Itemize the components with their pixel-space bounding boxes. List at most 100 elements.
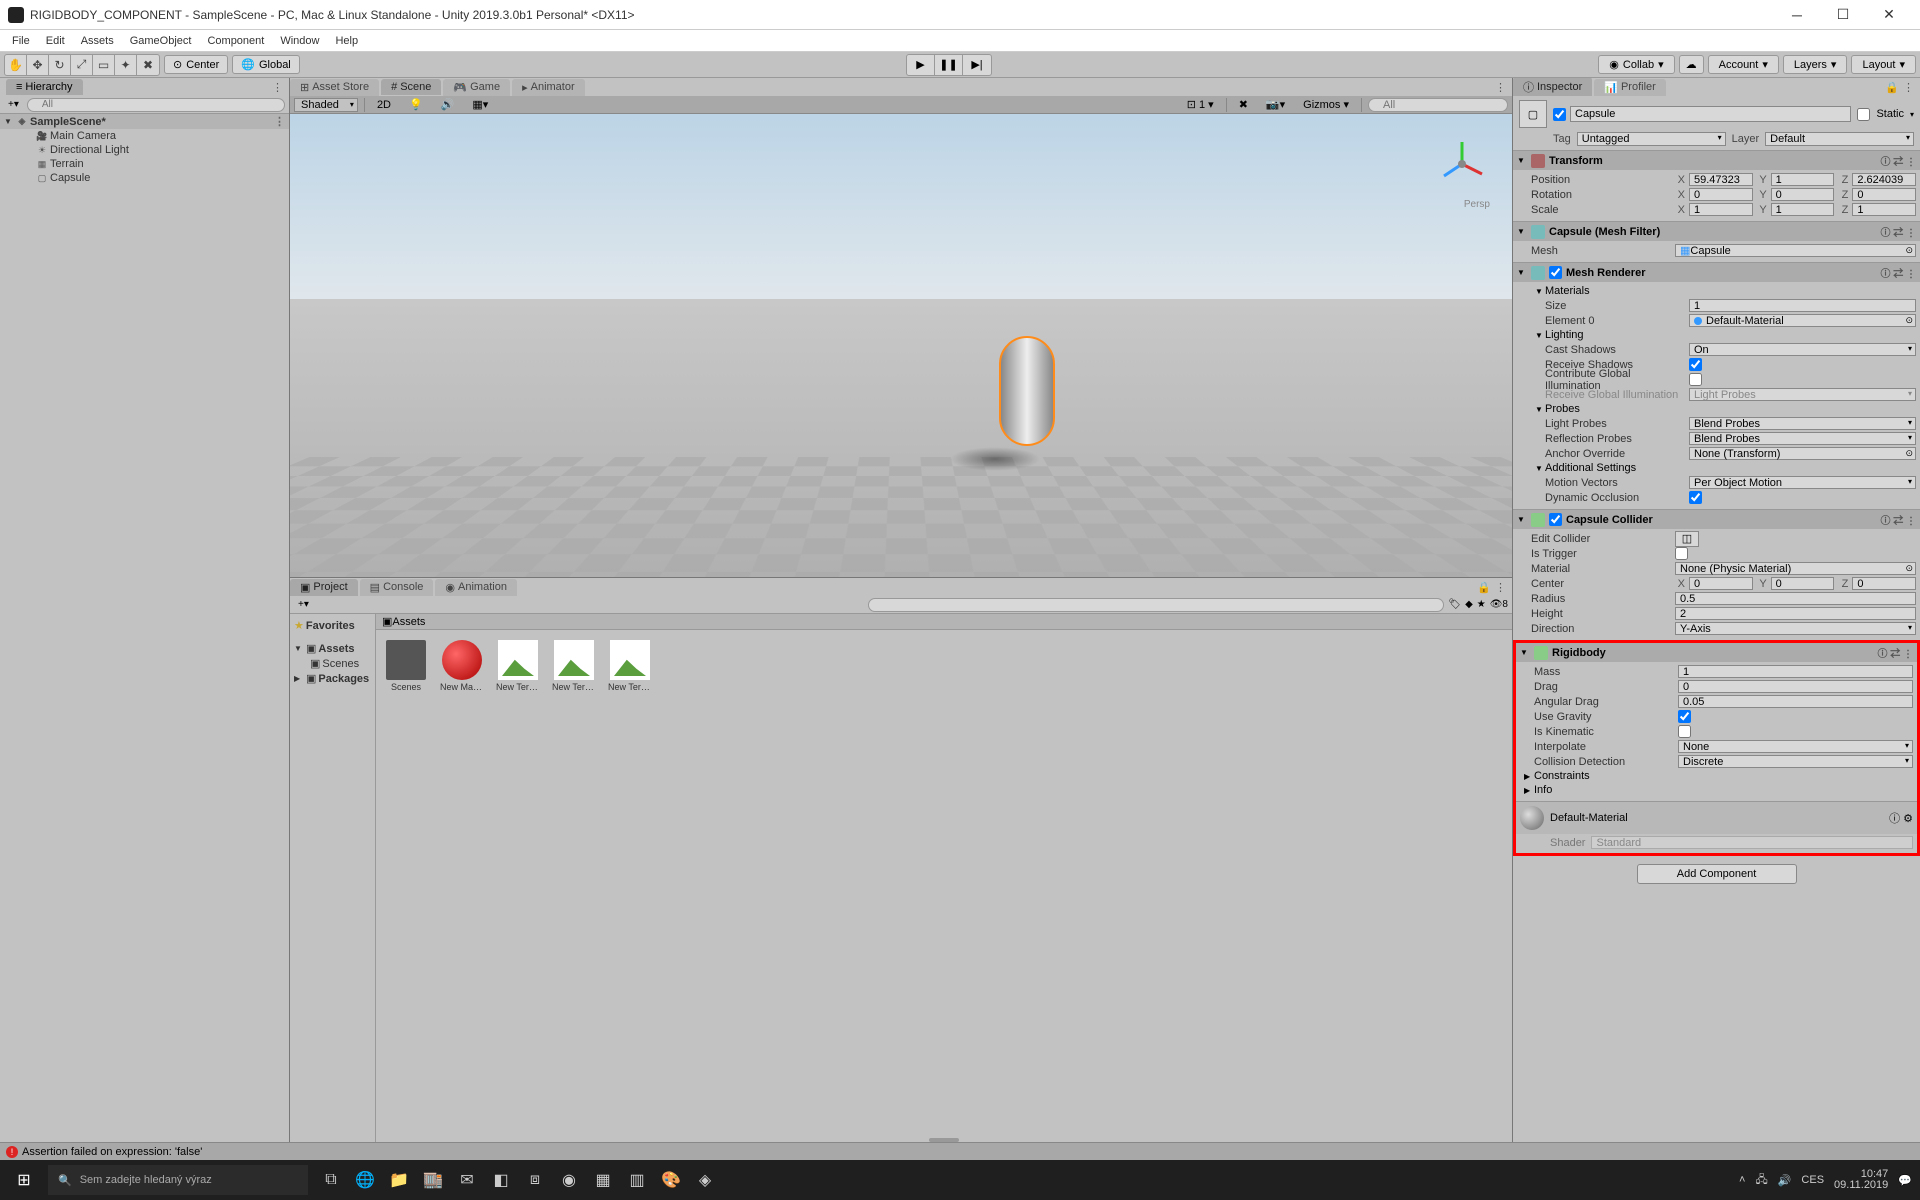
collider-header[interactable]: ▼Capsule Colliderⓘ ⇄ ⋮ xyxy=(1513,510,1920,529)
inspector-lock-icon[interactable]: 🔒 xyxy=(1885,81,1899,94)
step-button[interactable]: ▶| xyxy=(963,55,991,75)
project-search-input[interactable] xyxy=(868,598,1445,612)
rotation-x-field[interactable]: 0 xyxy=(1689,188,1753,201)
materials-foldout[interactable]: ▼Materials xyxy=(1531,284,1916,298)
interp-dropdown[interactable]: None xyxy=(1678,740,1913,753)
menu-edit[interactable]: Edit xyxy=(38,33,73,49)
menu-component[interactable]: Component xyxy=(199,33,272,49)
paint-icon[interactable]: 🎨 xyxy=(654,1160,688,1200)
menu-window[interactable]: Window xyxy=(272,33,327,49)
layers-button[interactable]: Layers ▾ xyxy=(1783,55,1848,74)
gameobject-active-checkbox[interactable] xyxy=(1553,108,1566,121)
menu-help[interactable]: Help xyxy=(327,33,366,49)
project-breadcrumb[interactable]: ▣ Assets xyxy=(376,614,1512,630)
minimize-button[interactable]: ─ xyxy=(1774,0,1820,30)
filter-type-icon[interactable]: ◆ xyxy=(1465,599,1473,610)
add-component-button[interactable]: Add Component xyxy=(1637,864,1797,884)
tab-animator[interactable]: ▸ Animator xyxy=(512,79,585,96)
tab-console[interactable]: ▤ Console xyxy=(360,579,434,596)
scene-view[interactable]: Persp xyxy=(290,114,1512,577)
fx-toggle[interactable]: ▦▾ xyxy=(466,98,494,111)
packages-folder[interactable]: ▶▣ Packages xyxy=(290,671,375,686)
tray-chevron-icon[interactable]: ˄ xyxy=(1739,1174,1745,1186)
castshadows-dropdown[interactable]: On xyxy=(1689,343,1916,356)
materials-size-field[interactable]: 1 xyxy=(1689,299,1916,312)
hierarchy-item-terrain[interactable]: ▦ Terrain xyxy=(0,157,289,171)
meshfilter-header[interactable]: ▼Capsule (Mesh Filter)ⓘ ⇄ ⋮ xyxy=(1513,222,1920,241)
app-icon-3[interactable]: ▦ xyxy=(586,1160,620,1200)
meshrenderer-enabled-checkbox[interactable] xyxy=(1549,266,1562,279)
task-view-icon[interactable]: ⧉ xyxy=(314,1160,348,1200)
hierarchy-create-button[interactable]: +▾ xyxy=(4,99,23,110)
explorer-icon[interactable]: 📁 xyxy=(382,1160,416,1200)
pause-button[interactable]: ❚❚ xyxy=(935,55,963,75)
project-create-button[interactable]: +▾ xyxy=(294,599,313,610)
hand-tool[interactable]: ✋ xyxy=(5,55,27,75)
hidden-packages-icon[interactable]: 👁8 xyxy=(1490,599,1508,610)
position-y-field[interactable]: 1 xyxy=(1771,173,1835,186)
mesh-field[interactable]: ▦ Capsule xyxy=(1675,244,1916,257)
iskinematic-checkbox[interactable] xyxy=(1678,725,1691,738)
tab-inspector[interactable]: ⓘ Inspector xyxy=(1513,78,1592,97)
meshrenderer-header[interactable]: ▼Mesh Rendererⓘ ⇄ ⋮ xyxy=(1513,263,1920,282)
static-checkbox[interactable] xyxy=(1857,108,1870,121)
position-x-field[interactable]: 59.47323 xyxy=(1689,173,1753,186)
pivot-global-button[interactable]: 🌐 Global xyxy=(232,55,300,74)
asset-slider-handle[interactable] xyxy=(376,1138,1512,1142)
taskbar-search[interactable]: 🔍 Sem zadejte hledaný výraz xyxy=(48,1165,308,1195)
audio-toggle[interactable]: 🔊 xyxy=(435,98,461,111)
material-menu-icon[interactable]: ⓘ ⚙ xyxy=(1889,810,1913,826)
hierarchy-item-camera[interactable]: 🎥 Main Camera xyxy=(0,129,289,143)
move-tool[interactable]: ✥ xyxy=(27,55,49,75)
inspector-menu-icon[interactable]: ⋮ xyxy=(1903,81,1914,94)
tab-animation[interactable]: ◉ Animation xyxy=(435,579,517,596)
asset-terrain-1[interactable]: New Terra.. xyxy=(498,640,538,692)
tray-clock[interactable]: 10:4709.11.2019 xyxy=(1834,1169,1888,1191)
mode-2d-button[interactable]: 2D xyxy=(371,99,397,111)
tray-notifications-icon[interactable]: 💬 xyxy=(1898,1174,1912,1187)
cloud-button[interactable]: ☁ xyxy=(1679,55,1704,74)
gameobject-name-field[interactable] xyxy=(1570,106,1851,122)
account-button[interactable]: Account ▾ xyxy=(1708,55,1779,74)
start-button[interactable]: ⊞ xyxy=(0,1170,48,1190)
collab-button[interactable]: ◉ Collab ▾ xyxy=(1598,55,1674,74)
meshrenderer-menu-icon[interactable]: ⓘ ⇄ ⋮ xyxy=(1880,265,1916,280)
visualstudio-icon[interactable]: ⧈ xyxy=(518,1160,552,1200)
project-menu-icon[interactable]: ⋮ xyxy=(1495,581,1506,594)
scene-panel-menu-icon[interactable]: ⋮ xyxy=(1495,81,1506,94)
meshfilter-menu-icon[interactable]: ⓘ ⇄ ⋮ xyxy=(1880,224,1916,239)
unity-taskbar-icon[interactable]: ◈ xyxy=(688,1160,722,1200)
drag-field[interactable]: 0 xyxy=(1678,680,1913,693)
mass-field[interactable]: 1 xyxy=(1678,665,1913,678)
app-icon-2[interactable]: ◉ xyxy=(552,1160,586,1200)
tray-volume-icon[interactable]: 🔊 xyxy=(1778,1174,1792,1187)
usegravity-checkbox[interactable] xyxy=(1678,710,1691,723)
tab-scene[interactable]: # Scene xyxy=(381,79,441,95)
probes-foldout[interactable]: ▼Probes xyxy=(1531,402,1916,416)
recvshadows-checkbox[interactable] xyxy=(1689,358,1702,371)
collider-menu-icon[interactable]: ⓘ ⇄ ⋮ xyxy=(1880,512,1916,527)
rotate-tool[interactable]: ↻ xyxy=(49,55,71,75)
maximize-button[interactable]: ☐ xyxy=(1820,0,1866,30)
menu-assets[interactable]: Assets xyxy=(73,33,122,49)
editcollider-button[interactable]: ◫ xyxy=(1675,531,1699,547)
menu-gameobject[interactable]: GameObject xyxy=(122,33,200,49)
physmat-field[interactable]: None (Physic Material) xyxy=(1675,562,1916,575)
height-field[interactable]: 2 xyxy=(1675,607,1916,620)
status-bar[interactable]: ! Assertion failed on expression: 'false… xyxy=(0,1142,1920,1160)
tab-project[interactable]: ▣ Project xyxy=(290,579,358,596)
play-button[interactable]: ▶ xyxy=(907,55,935,75)
scene-search-input[interactable] xyxy=(1368,98,1508,112)
perspective-label[interactable]: Persp xyxy=(1464,199,1490,210)
position-z-field[interactable]: 2.624039 xyxy=(1852,173,1916,186)
favorites-folder[interactable]: ★ Favorites xyxy=(290,618,375,633)
tab-asset-store[interactable]: ⊞ Asset Store xyxy=(290,79,379,96)
motion-dropdown[interactable]: Per Object Motion xyxy=(1689,476,1916,489)
scale-y-field[interactable]: 1 xyxy=(1771,203,1835,216)
pivot-center-button[interactable]: ⊙ Center xyxy=(164,55,228,74)
contribgi-checkbox[interactable] xyxy=(1689,373,1702,386)
gameobject-icon[interactable]: ▢ xyxy=(1519,100,1547,128)
transform-header[interactable]: ▼Transformⓘ ⇄ ⋮ xyxy=(1513,151,1920,170)
rigidbody-menu-icon[interactable]: ⓘ ⇄ ⋮ xyxy=(1877,645,1913,660)
app-icon-4[interactable]: ▥ xyxy=(620,1160,654,1200)
